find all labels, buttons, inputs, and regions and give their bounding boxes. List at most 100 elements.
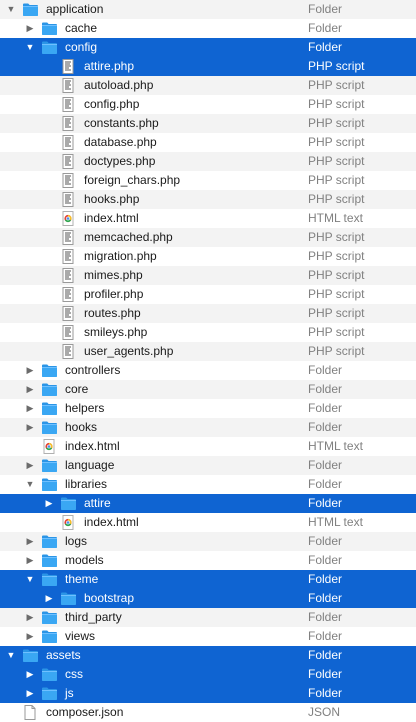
disclosure-closed-icon[interactable]: ▶	[24, 380, 36, 399]
list-row[interactable]: smileys.php PHP script	[0, 323, 416, 342]
php-file-icon	[60, 268, 77, 283]
list-row[interactable]: attire.php PHP script	[0, 57, 416, 76]
file-icon	[22, 705, 39, 720]
item-kind: JSON	[308, 705, 341, 719]
html-file-icon	[60, 515, 77, 530]
item-name: logs	[65, 534, 88, 548]
item-name: user_agents.php	[84, 344, 174, 358]
list-row[interactable]: ▶ controllers Folder	[0, 361, 416, 380]
disclosure-closed-icon[interactable]: ▶	[24, 684, 36, 703]
item-name: assets	[46, 648, 81, 662]
folder-icon	[41, 458, 58, 473]
list-row[interactable]: ▼ assets Folder	[0, 646, 416, 665]
disclosure-open-icon[interactable]: ▼	[24, 570, 36, 589]
folder-icon	[41, 21, 58, 36]
item-name: helpers	[65, 401, 105, 415]
item-kind: Folder	[308, 496, 343, 510]
folder-icon	[41, 363, 58, 378]
disclosure-closed-icon[interactable]: ▶	[24, 551, 36, 570]
item-kind: Folder	[308, 648, 343, 662]
folder-icon	[41, 686, 58, 701]
item-kind: Folder	[308, 534, 343, 548]
php-file-icon	[60, 287, 77, 302]
list-row[interactable]: ▼ libraries Folder	[0, 475, 416, 494]
item-kind: PHP script	[308, 306, 365, 320]
list-row[interactable]: user_agents.php PHP script	[0, 342, 416, 361]
list-row[interactable]: ▼ theme Folder	[0, 570, 416, 589]
disclosure-open-icon[interactable]: ▼	[24, 38, 36, 57]
list-row[interactable]: ▶ js Folder	[0, 684, 416, 703]
list-row[interactable]: ▶ cache Folder	[0, 19, 416, 38]
php-file-icon	[60, 59, 77, 74]
html-file-icon	[60, 211, 77, 226]
item-kind: PHP script	[308, 78, 365, 92]
list-row[interactable]: index.html HTML text	[0, 513, 416, 532]
disclosure-closed-icon[interactable]: ▶	[43, 589, 55, 608]
item-name: index.html	[84, 515, 139, 529]
list-row[interactable]: config.php PHP script	[0, 95, 416, 114]
item-kind: PHP script	[308, 230, 365, 244]
disclosure-closed-icon[interactable]: ▶	[24, 665, 36, 684]
list-row[interactable]: ▶ core Folder	[0, 380, 416, 399]
list-row[interactable]: ▶ hooks Folder	[0, 418, 416, 437]
list-row[interactable]: doctypes.php PHP script	[0, 152, 416, 171]
disclosure-open-icon[interactable]: ▼	[5, 0, 17, 19]
disclosure-open-icon[interactable]: ▼	[24, 475, 36, 494]
list-row[interactable]: foreign_chars.php PHP script	[0, 171, 416, 190]
disclosure-open-icon[interactable]: ▼	[5, 646, 17, 665]
list-row[interactable]: hooks.php PHP script	[0, 190, 416, 209]
disclosure-closed-icon[interactable]: ▶	[24, 399, 36, 418]
item-kind: Folder	[308, 629, 343, 643]
item-name: autoload.php	[84, 78, 154, 92]
item-kind: Folder	[308, 686, 343, 700]
list-row[interactable]: routes.php PHP script	[0, 304, 416, 323]
list-row[interactable]: constants.php PHP script	[0, 114, 416, 133]
disclosure-closed-icon[interactable]: ▶	[24, 627, 36, 646]
list-row[interactable]: memcached.php PHP script	[0, 228, 416, 247]
list-row[interactable]: ▶ third_party Folder	[0, 608, 416, 627]
list-row[interactable]: ▶ models Folder	[0, 551, 416, 570]
item-name: memcached.php	[84, 230, 173, 244]
disclosure-closed-icon[interactable]: ▶	[24, 19, 36, 38]
disclosure-closed-icon[interactable]: ▶	[24, 361, 36, 380]
list-row[interactable]: ▶ bootstrap Folder	[0, 589, 416, 608]
disclosure-closed-icon[interactable]: ▶	[24, 608, 36, 627]
list-row[interactable]: ▶ logs Folder	[0, 532, 416, 551]
folder-icon	[60, 591, 77, 606]
item-name: foreign_chars.php	[84, 173, 181, 187]
item-name: index.html	[84, 211, 139, 225]
php-file-icon	[60, 344, 77, 359]
list-row[interactable]: ▶ views Folder	[0, 627, 416, 646]
folder-icon	[41, 534, 58, 549]
list-row[interactable]: composer.json JSON	[0, 703, 416, 722]
list-row[interactable]: profiler.php PHP script	[0, 285, 416, 304]
item-kind: Folder	[308, 610, 343, 624]
file-list[interactable]: ▼ application Folder ▶ cache Folder ▼ config Fol…	[0, 0, 416, 722]
list-row[interactable]: ▼ application Folder	[0, 0, 416, 19]
list-row[interactable]: ▼ config Folder	[0, 38, 416, 57]
list-row[interactable]: mimes.php PHP script	[0, 266, 416, 285]
list-row[interactable]: index.html HTML text	[0, 437, 416, 456]
list-row[interactable]: autoload.php PHP script	[0, 76, 416, 95]
item-kind: Folder	[308, 591, 343, 605]
item-kind: Folder	[308, 667, 343, 681]
list-row[interactable]: ▶ css Folder	[0, 665, 416, 684]
disclosure-closed-icon[interactable]: ▶	[43, 494, 55, 513]
item-kind: HTML text	[308, 515, 363, 529]
list-row[interactable]: index.html HTML text	[0, 209, 416, 228]
list-row[interactable]: ▶ helpers Folder	[0, 399, 416, 418]
folder-icon	[41, 477, 58, 492]
item-kind: Folder	[308, 420, 343, 434]
item-name: language	[65, 458, 115, 472]
disclosure-closed-icon[interactable]: ▶	[24, 418, 36, 437]
list-row[interactable]: ▶ language Folder	[0, 456, 416, 475]
item-kind: PHP script	[308, 325, 365, 339]
item-kind: Folder	[308, 572, 343, 586]
item-kind: PHP script	[308, 192, 365, 206]
list-row[interactable]: ▶ attire Folder	[0, 494, 416, 513]
list-row[interactable]: database.php PHP script	[0, 133, 416, 152]
disclosure-closed-icon[interactable]: ▶	[24, 456, 36, 475]
list-row[interactable]: migration.php PHP script	[0, 247, 416, 266]
disclosure-closed-icon[interactable]: ▶	[24, 532, 36, 551]
php-file-icon	[60, 154, 77, 169]
